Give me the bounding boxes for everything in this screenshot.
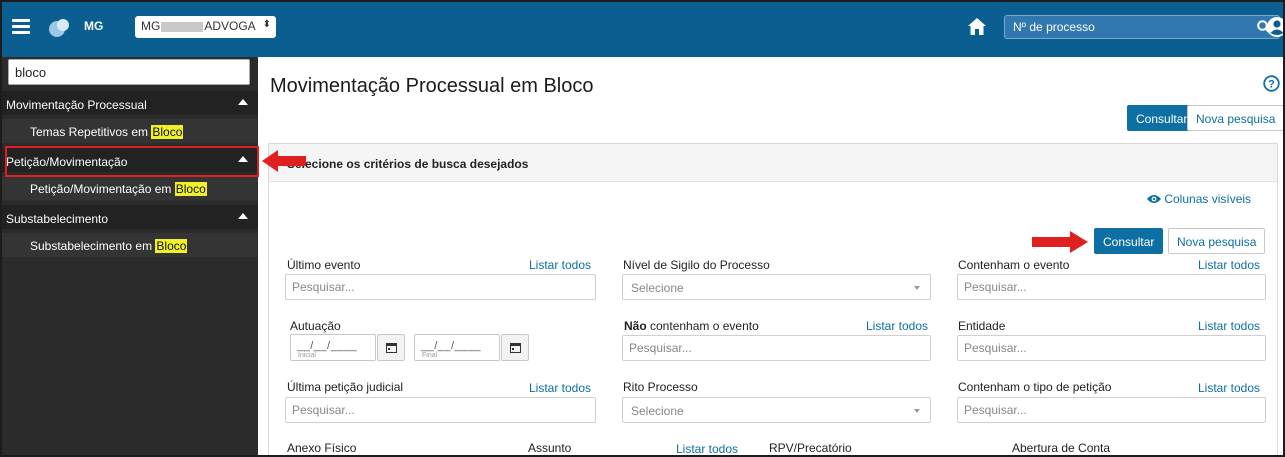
sidebar-item-peticao-bloco[interactable]: Petição/Movimentação em Bloco [0, 176, 258, 200]
colunas-visiveis-link[interactable]: Colunas visíveis [1147, 192, 1251, 206]
rito-processo-select[interactable]: Selecione [622, 397, 931, 423]
state-label: MG [84, 19, 104, 33]
sidebar-item-label: Substabelecimento em [30, 239, 156, 253]
sidebar-group-label: Substabelecimento [6, 212, 109, 226]
dropdown-caret-icon [914, 286, 920, 290]
calendar-icon [510, 343, 521, 353]
date-mask: __/__/____ [297, 340, 358, 352]
ultima-peticao-input[interactable] [286, 398, 595, 422]
ultima-peticao-label: Última petição judicial [287, 380, 404, 394]
home-icon[interactable] [967, 17, 987, 36]
contenham-tipo-peticao-input[interactable] [958, 398, 1265, 422]
entidade-field[interactable] [957, 335, 1266, 361]
contenham-evento-input[interactable] [958, 275, 1265, 299]
entidade-label: Entidade [958, 319, 1006, 333]
sidebar-item-label: Temas Repetitivos em [30, 125, 152, 139]
ultimo-evento-label: Último evento [287, 258, 361, 272]
nova-pesquisa-button[interactable]: Nova pesquisa [1168, 228, 1266, 254]
logo-icon [49, 19, 69, 37]
autuacao-final-field[interactable]: __/__/____ Final [414, 334, 500, 361]
nao-bold: Não [624, 319, 647, 333]
user-icon[interactable] [1265, 16, 1285, 38]
svg-text:?: ? [1268, 79, 1275, 91]
abertura-conta-label: Abertura de Conta [1012, 441, 1111, 455]
consultar-button-top[interactable]: Consultar [1127, 105, 1197, 131]
user-select[interactable]: MG ADVOGA ⬍ [135, 16, 276, 38]
card-header: Selecione os critérios de busca desejado… [269, 144, 1277, 182]
calendar-icon [386, 343, 397, 353]
rpv-precatorio-label: RPV/Precatório [769, 441, 852, 455]
nao-contenham-evento-field[interactable] [622, 335, 931, 361]
date-final-label: Final [421, 352, 439, 359]
listar-todos-contenham-evento[interactable]: Listar todos [1198, 258, 1260, 272]
listar-todos-ultima-peticao[interactable]: Listar todos [529, 381, 591, 395]
arrow-right-annotation-icon [1032, 231, 1088, 253]
user-select-suffix: ADVOGA [204, 19, 256, 33]
sidebar-group-label: Movimentação Processual [6, 98, 147, 112]
help-icon[interactable]: ? [1263, 75, 1280, 92]
redacted-name [161, 21, 204, 32]
nao-rest: contenham o evento [646, 319, 759, 333]
contenham-evento-label: Contenham o evento [958, 258, 1070, 272]
process-search[interactable] [1004, 15, 1280, 39]
annotation-highlight-box [5, 146, 259, 177]
assunto-label: Assunto [528, 441, 572, 455]
sidebar-item-substabelecimento-bloco[interactable]: Substabelecimento em Bloco [0, 233, 258, 257]
sidebar-search[interactable] [8, 59, 250, 85]
sidebar-group-movimentacao[interactable]: Movimentação Processual [0, 91, 258, 115]
autuacao-inicial-field[interactable]: __/__/____ Inicial [290, 334, 376, 361]
nova-pesquisa-button-top[interactable]: Nova pesquisa [1187, 105, 1285, 131]
sidebar: Movimentação Processual Temas Repetitivo… [0, 57, 258, 457]
search-highlight: Bloco [174, 182, 207, 196]
listar-todos-tipo-peticao[interactable]: Listar todos [1198, 381, 1260, 395]
ultima-peticao-field[interactable] [285, 397, 596, 423]
autuacao-label: Autuação [290, 319, 341, 333]
nivel-sigilo-label: Nível de Sigilo do Processo [623, 258, 770, 272]
search-highlight: Bloco [151, 125, 184, 139]
entidade-input[interactable] [958, 336, 1265, 360]
listar-todos-ultimo-evento[interactable]: Listar todos [529, 258, 591, 272]
nao-contenham-evento-label: Não contenham o evento [624, 319, 759, 333]
ultimo-evento-input[interactable] [286, 275, 595, 299]
select-caret-icon: ⬍ [262, 19, 271, 30]
menu-icon[interactable] [12, 19, 30, 34]
contenham-tipo-peticao-field[interactable] [957, 397, 1266, 423]
top-bar: MG MG ADVOGA ⬍ [0, 0, 1285, 57]
listar-todos-assunto[interactable]: Listar todos [676, 442, 738, 456]
sidebar-search-input[interactable] [9, 60, 249, 84]
rito-processo-value: Selecione [631, 404, 684, 418]
page-title: Movimentação Processual em Bloco [270, 75, 594, 97]
nao-contenham-evento-input[interactable] [623, 336, 930, 360]
nivel-sigilo-select[interactable]: Selecione [622, 274, 931, 300]
sidebar-item-temas-repetitivos[interactable]: Temas Repetitivos em Bloco [0, 119, 258, 143]
date-inicial-label: Inicial [297, 352, 317, 359]
sidebar-group-substabelecimento[interactable]: Substabelecimento [0, 205, 258, 229]
listar-todos-nao-contenham[interactable]: Listar todos [866, 319, 928, 333]
dropdown-caret-icon [914, 409, 920, 413]
date-mask: __/__/____ [421, 340, 482, 352]
caret-up-icon [238, 213, 248, 219]
anexo-fisico-label: Anexo Físico [287, 441, 357, 455]
calendar-button-inicial[interactable] [377, 334, 405, 361]
eye-icon [1147, 195, 1161, 203]
rito-processo-label: Rito Processo [623, 380, 698, 394]
ultimo-evento-field[interactable] [285, 274, 596, 300]
consultar-button[interactable]: Consultar [1094, 228, 1164, 254]
colunas-visiveis-label: Colunas visíveis [1164, 192, 1252, 206]
search-highlight: Bloco [155, 239, 188, 253]
contenham-tipo-peticao-label: Contenham o tipo de petição [958, 380, 1112, 394]
process-search-input[interactable] [1005, 16, 1279, 38]
caret-up-icon [238, 99, 248, 105]
nivel-sigilo-value: Selecione [631, 281, 684, 295]
sidebar-item-label: Petição/Movimentação em [30, 182, 175, 196]
arrow-left-annotation-icon [262, 150, 306, 172]
contenham-evento-field[interactable] [957, 274, 1266, 300]
listar-todos-entidade[interactable]: Listar todos [1198, 319, 1260, 333]
calendar-button-final[interactable] [501, 334, 529, 361]
user-select-prefix: MG [141, 19, 161, 33]
